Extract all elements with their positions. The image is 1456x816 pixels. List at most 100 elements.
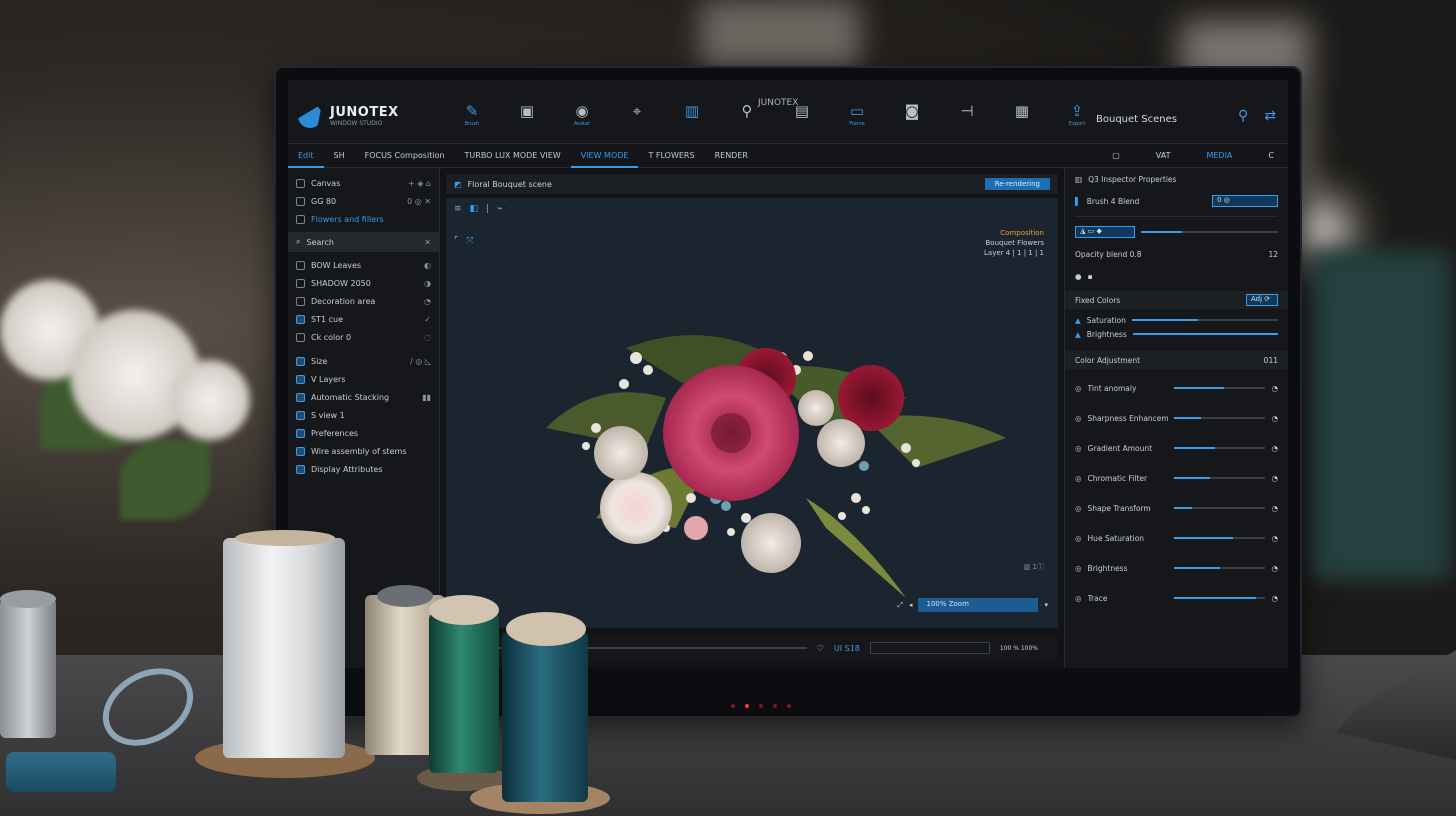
reset-icon[interactable]: ◔ xyxy=(1271,564,1278,573)
export-icon[interactable]: ⇪ Export xyxy=(1063,102,1091,128)
row-icons[interactable]: ◐ xyxy=(424,261,431,270)
canvas-viewport[interactable]: ≡ ◧ | ⌁ · ⌜ ⤧ Composition Bouquet Flowers… xyxy=(446,198,1058,628)
color-row[interactable]: ▲ Brightness xyxy=(1065,327,1288,341)
pin-icon[interactable]: ⚲ xyxy=(733,102,761,128)
row-icons[interactable]: + ◈ ⌂ xyxy=(408,179,431,188)
row-icons[interactable]: ▮▮ xyxy=(422,393,431,402)
row-icons[interactable]: ◌ xyxy=(424,333,431,342)
scene-label[interactable]: Bouquet Scenes xyxy=(1096,114,1177,125)
adjust-row[interactable]: ◎ Sharpness Enhancement ◔ xyxy=(1065,403,1288,433)
adjust-row[interactable]: ◎ Brightness ◔ xyxy=(1065,553,1288,583)
color-row[interactable]: ▲ Saturation xyxy=(1065,313,1288,327)
layer-item[interactable]: Ck color 0 ◌ xyxy=(288,328,439,346)
reset-icon[interactable]: ◔ xyxy=(1271,594,1278,603)
adjust-slider[interactable] xyxy=(1173,447,1266,449)
brush-icon[interactable]: ▌ xyxy=(1075,197,1081,206)
checkbox[interactable] xyxy=(296,260,305,270)
row-icons[interactable]: 0 ◎ ✕ xyxy=(407,197,431,206)
tab-right-item[interactable]: VAT xyxy=(1156,151,1171,160)
tab-edit[interactable]: Edit xyxy=(288,144,324,168)
pin-icon[interactable]: ⚲ xyxy=(1238,108,1248,124)
group-item[interactable]: Display Attributes xyxy=(288,460,439,478)
layer-item[interactable]: BOW Leaves ◐ xyxy=(288,256,439,274)
adjust-slider[interactable] xyxy=(1173,537,1266,539)
group-item[interactable]: V Layers xyxy=(288,370,439,388)
reset-icon[interactable]: ◔ xyxy=(1271,474,1278,483)
tab-view-mode[interactable]: VIEW MODE xyxy=(570,144,639,168)
adjust-row[interactable]: ◎ Trace ◔ xyxy=(1065,583,1288,613)
tab-t-flowers[interactable]: T FLOWERS xyxy=(638,144,704,168)
adjust-slider[interactable] xyxy=(1173,567,1266,569)
cube-icon[interactable]: ▣ xyxy=(513,102,541,128)
row-icons[interactable]: ◑ xyxy=(424,279,431,288)
field-slider[interactable] xyxy=(1141,231,1278,233)
checkbox[interactable] xyxy=(296,428,305,438)
checkbox[interactable] xyxy=(296,278,305,288)
layers-icon[interactable]: ▤ xyxy=(788,102,816,128)
reset-icon[interactable]: ◔ xyxy=(1271,444,1278,453)
heart-icon[interactable]: ♡ xyxy=(817,644,824,653)
adjust-slider[interactable] xyxy=(1173,597,1266,599)
group-item[interactable]: Preferences xyxy=(288,424,439,442)
checkbox[interactable] xyxy=(296,214,305,224)
layer-item[interactable]: Decoration area ◔ xyxy=(288,292,439,310)
adjust-button[interactable]: Adj ⟳ xyxy=(1246,294,1278,306)
close-icon[interactable]: ✕ xyxy=(424,238,431,247)
zoom-field[interactable]: 100% Zoom xyxy=(918,598,1039,612)
frame-icon[interactable]: ▭ Frame xyxy=(843,102,871,128)
adjust-row[interactable]: ◎ Tint anomaly ◔ xyxy=(1065,373,1288,403)
tab-right-item[interactable]: ▢ xyxy=(1112,151,1120,160)
grid-icon[interactable]: ▦ xyxy=(1008,102,1036,128)
rerender-button[interactable]: Re-rendering xyxy=(984,178,1050,190)
adjust-slider[interactable] xyxy=(1173,387,1266,389)
checkbox[interactable] xyxy=(296,446,305,456)
group-item[interactable]: S view 1 xyxy=(288,406,439,424)
zoom-icon[interactable]: ◂ xyxy=(909,601,913,609)
tab-sh[interactable]: SH xyxy=(324,144,355,168)
group-item[interactable]: Automatic Stacking ▮▮ xyxy=(288,388,439,406)
panel-top-row[interactable]: Flowers and fillers xyxy=(288,210,439,228)
reset-icon[interactable]: ◔ xyxy=(1271,534,1278,543)
reset-icon[interactable]: ◔ xyxy=(1271,384,1278,393)
tab-render[interactable]: RENDER xyxy=(705,144,758,168)
adjust-row[interactable]: ◎ Gradient Amount ◔ xyxy=(1065,433,1288,463)
opacity-value[interactable]: 12 xyxy=(1268,250,1278,259)
checkbox[interactable] xyxy=(296,464,305,474)
checkbox[interactable] xyxy=(296,178,305,188)
checkbox[interactable] xyxy=(296,356,305,366)
lock-icon[interactable]: ▪ xyxy=(1088,272,1093,281)
row-icons[interactable]: / ◎ ◺ xyxy=(410,357,431,366)
checkbox[interactable] xyxy=(296,196,305,206)
fit-icon[interactable]: ⤢ xyxy=(897,601,903,610)
adjust-row[interactable]: ◎ Chromatic Filter ◔ xyxy=(1065,463,1288,493)
layer-item[interactable]: SHADOW 2050 ◑ xyxy=(288,274,439,292)
row-icons[interactable]: ✓ xyxy=(424,315,431,324)
search-input[interactable]: ⌕ Search ✕ xyxy=(288,232,439,252)
tab-focus-composition[interactable]: FOCUS Composition xyxy=(355,144,455,168)
adjust-row[interactable]: ◎ Shape Transform ◔ xyxy=(1065,493,1288,523)
checkbox[interactable] xyxy=(296,296,305,306)
tab-right-item[interactable]: C xyxy=(1268,151,1274,160)
tab-right-item[interactable]: MEDIA xyxy=(1206,151,1232,160)
checkbox[interactable] xyxy=(296,392,305,402)
timeline-field[interactable] xyxy=(869,642,990,654)
checkbox[interactable] xyxy=(296,314,305,324)
adjust-slider[interactable] xyxy=(1173,477,1266,479)
share-icon[interactable]: ⇄ xyxy=(1264,108,1276,124)
select-icon[interactable]: ⌖ xyxy=(623,102,651,128)
adjust-slider[interactable] xyxy=(1173,417,1266,419)
user-icon[interactable]: ◉ Avatar xyxy=(568,102,596,128)
checkbox[interactable] xyxy=(296,410,305,420)
shape-field[interactable]: ◮ ▭ ◆ xyxy=(1075,226,1135,238)
brush-icon[interactable]: ✎ Brush xyxy=(458,102,486,128)
checkbox[interactable] xyxy=(296,374,305,384)
layer-item[interactable]: ST1 cue ✓ xyxy=(288,310,439,328)
camera-icon[interactable]: ◙ xyxy=(898,102,926,128)
group-item[interactable]: Size / ◎ ◺ xyxy=(288,352,439,370)
zoom-dropdown-icon[interactable]: ▾ xyxy=(1044,601,1048,609)
tab-turbo-lux-mode-view[interactable]: TURBO LUX MODE VIEW xyxy=(455,144,571,168)
panel-top-row[interactable]: GG 80 0 ◎ ✕ xyxy=(288,192,439,210)
checkbox[interactable] xyxy=(296,332,305,342)
reset-icon[interactable]: ◔ xyxy=(1271,504,1278,513)
panel-top-row[interactable]: Canvas + ◈ ⌂ xyxy=(288,174,439,192)
